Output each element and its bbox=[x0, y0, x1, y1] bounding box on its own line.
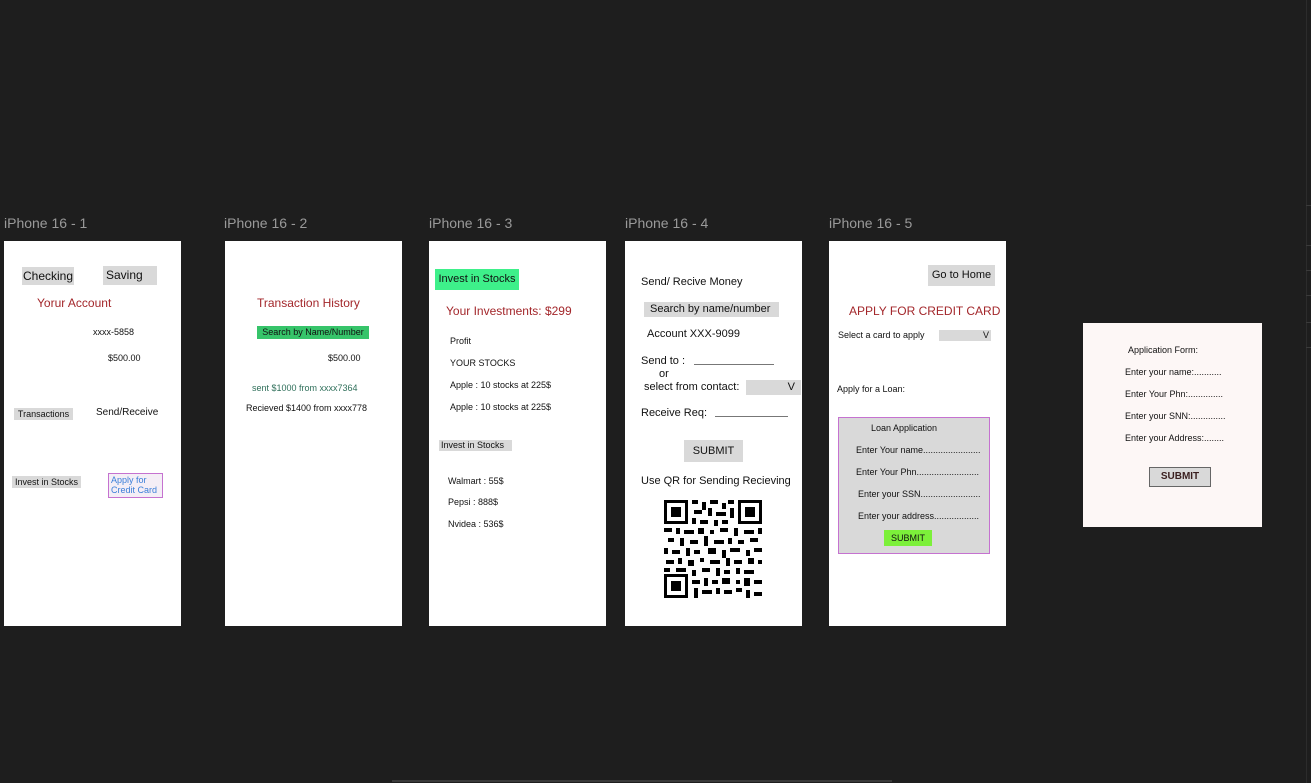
submit-button[interactable]: SUBMIT bbox=[684, 440, 743, 462]
frame-label-4: iPhone 16 - 4 bbox=[625, 215, 709, 231]
form-ssn-field[interactable]: Enter your SNN:.............. bbox=[1125, 411, 1226, 421]
loan-phone-field[interactable]: Enter Your Phn......................... bbox=[856, 467, 979, 477]
send-to-field[interactable] bbox=[694, 364, 774, 365]
loan-application-title: Loan Application bbox=[871, 423, 938, 433]
invest-stocks-button[interactable]: Invest in Stocks bbox=[12, 476, 81, 488]
frame-iphone-2: Transaction History Search by Name/Numbe… bbox=[225, 241, 402, 626]
edge-tick bbox=[1306, 245, 1311, 246]
frame-label-1: iPhone 16 - 1 bbox=[4, 215, 88, 231]
frame-iphone-3: Invest in Stocks Your Investments: $299 … bbox=[429, 241, 606, 626]
search-name-number-button[interactable]: Search by Name/Number bbox=[257, 326, 369, 339]
frame-label-5: iPhone 16 - 5 bbox=[829, 215, 913, 231]
go-home-button[interactable]: Go to Home bbox=[928, 265, 995, 286]
account-title: Yorur Account bbox=[37, 296, 112, 310]
transaction-history-title: Transaction History bbox=[257, 296, 360, 310]
chevron-down-icon: V bbox=[787, 381, 795, 393]
edge-tick bbox=[1306, 270, 1311, 271]
received-transaction: Recieved $1400 from xxxx778 bbox=[246, 403, 368, 413]
edge-tick bbox=[1306, 322, 1311, 323]
select-card-label: Select a card to apply bbox=[838, 330, 925, 340]
form-name-field[interactable]: Enter your name:........... bbox=[1125, 367, 1222, 377]
loan-name-field[interactable]: Enter Your name....................... bbox=[856, 445, 981, 455]
profit-label: Profit bbox=[450, 336, 472, 346]
select-contact-label: select from contact: bbox=[644, 381, 740, 393]
loan-address-field[interactable]: Enter your address.................. bbox=[858, 511, 979, 521]
form-submit-button[interactable]: SUBMIT bbox=[1149, 467, 1211, 487]
invest-stocks-button[interactable]: Invest in Stocks bbox=[439, 440, 512, 451]
application-form-title: Application Form: bbox=[1128, 345, 1199, 355]
contact-dropdown[interactable]: V bbox=[746, 380, 801, 395]
checking-tab[interactable]: Checking bbox=[22, 267, 74, 285]
your-stocks-label: YOUR STOCKS bbox=[450, 358, 516, 368]
frame-label-2: iPhone 16 - 2 bbox=[224, 215, 308, 231]
apply-credit-card-button[interactable]: Apply for Credit Card bbox=[108, 473, 163, 498]
stock-option[interactable]: Walmart : 55$ bbox=[448, 476, 504, 486]
history-balance: $500.00 bbox=[328, 353, 361, 363]
stock-option[interactable]: Pepsi : 888$ bbox=[448, 497, 498, 507]
loan-submit-button[interactable]: SUBMIT bbox=[884, 530, 932, 546]
edge-tick bbox=[1306, 347, 1311, 348]
receive-request-field[interactable] bbox=[715, 416, 788, 417]
canvas-right-edge bbox=[1306, 0, 1307, 783]
edge-tick bbox=[1306, 295, 1311, 296]
transactions-button[interactable]: Transactions bbox=[14, 408, 73, 420]
stock-item: Apple : 10 stocks at 225$ bbox=[450, 380, 552, 390]
sent-transaction: sent $1000 from xxxx7364 bbox=[252, 383, 358, 393]
horizontal-scrollbar[interactable] bbox=[392, 780, 892, 782]
qr-instruction: Use QR for Sending Recieving bbox=[641, 475, 791, 487]
frame-iphone-4: Send/ Recive Money Search by name/number… bbox=[625, 241, 802, 626]
loan-application-panel: Loan Application Enter Your name........… bbox=[838, 417, 990, 554]
your-investments: Your Investments: $299 bbox=[446, 304, 572, 318]
stock-option[interactable]: Nvidea : 536$ bbox=[448, 519, 504, 529]
apply-credit-card-title: APPLY FOR CREDIT CARD bbox=[849, 304, 1001, 318]
or-label: or bbox=[659, 368, 669, 380]
loan-ssn-field[interactable]: Enter your SSN........................ bbox=[858, 489, 981, 499]
frame-label-3: iPhone 16 - 3 bbox=[429, 215, 513, 231]
send-receive-title: Send/ Recive Money bbox=[641, 276, 743, 288]
search-name-number-button[interactable]: Search by name/number bbox=[644, 302, 779, 317]
receive-request-label: Receive Req: bbox=[641, 407, 708, 419]
apply-credit-card-label: Apply for Credit Card bbox=[111, 475, 158, 495]
form-address-field[interactable]: Enter your Address:........ bbox=[1125, 433, 1224, 443]
application-form-frame: Application Form: Enter your name:......… bbox=[1083, 323, 1262, 527]
chevron-down-icon: V bbox=[982, 330, 989, 340]
account-balance: $500.00 bbox=[108, 353, 141, 363]
edge-tick bbox=[1306, 205, 1311, 206]
invest-stocks-header[interactable]: Invest in Stocks bbox=[435, 269, 519, 290]
stock-item: Apple : 10 stocks at 225$ bbox=[450, 402, 552, 412]
account-number: xxxx-5858 bbox=[93, 327, 135, 337]
send-receive-button[interactable]: Send/Receive bbox=[96, 407, 158, 418]
apply-loan-label: Apply for a Loan: bbox=[837, 384, 906, 394]
saving-tab[interactable]: Saving bbox=[103, 266, 157, 285]
qr-code-icon[interactable] bbox=[664, 500, 762, 598]
card-dropdown[interactable]: V bbox=[939, 330, 991, 341]
frame-iphone-5: Go to Home APPLY FOR CREDIT CARD Select … bbox=[829, 241, 1006, 626]
frame-iphone-1: Checking Saving Yorur Account xxxx-5858 … bbox=[4, 241, 181, 626]
form-phone-field[interactable]: Enter Your Phn:.............. bbox=[1125, 389, 1223, 399]
send-to-label: Send to : bbox=[641, 355, 686, 367]
account-number: Account XXX-9099 bbox=[647, 328, 740, 340]
